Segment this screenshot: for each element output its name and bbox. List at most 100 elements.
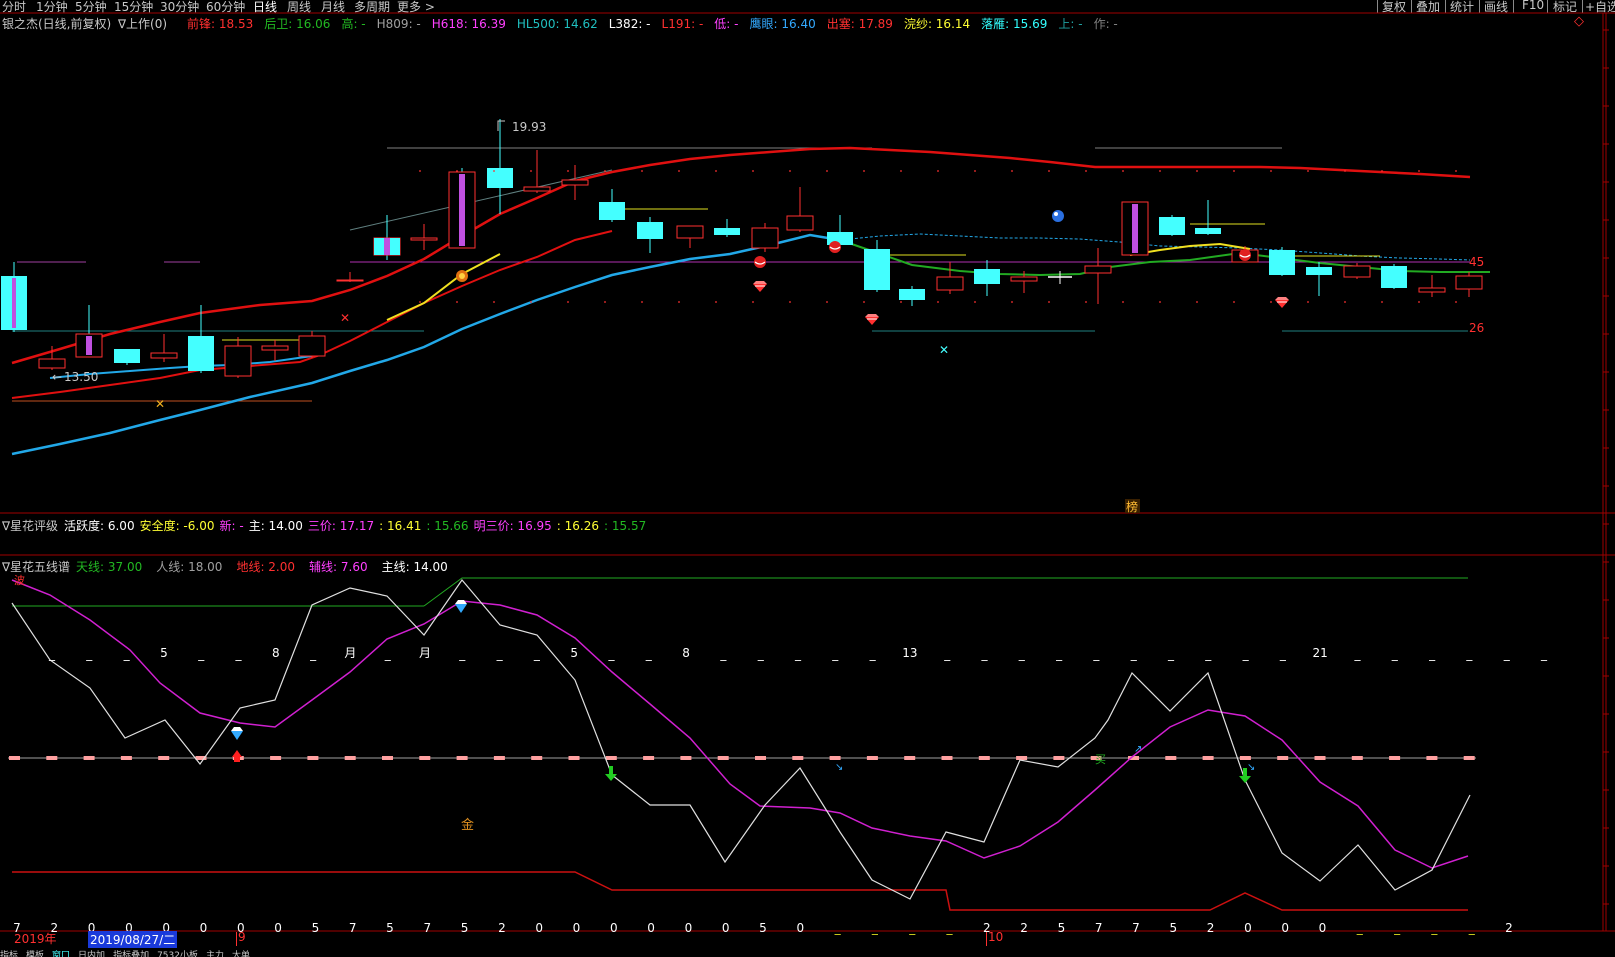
right-label-bottom: 26: [1469, 321, 1484, 335]
cursor-date[interactable]: 2019/08/27/二: [88, 931, 178, 948]
candle-body: [38, 358, 66, 369]
wave-number-label: _: [1092, 647, 1100, 661]
candle-body: [751, 227, 779, 249]
midline-block: [1053, 756, 1065, 760]
candle-body: [188, 336, 214, 371]
status-tab[interactable]: 7532小板: [157, 951, 198, 957]
wave-number-label: _: [85, 647, 93, 661]
wave-number-label: _: [235, 647, 243, 661]
gold-label: 金: [461, 817, 474, 833]
candle-body: [261, 345, 289, 351]
wave-number-label: _: [1428, 647, 1436, 661]
midline-block: [1016, 756, 1028, 760]
gem-icon: [865, 314, 879, 325]
month-label: 10: [988, 930, 1004, 944]
midline-block: [120, 756, 132, 760]
candle-body: [1418, 287, 1446, 293]
candle-body: [487, 168, 513, 188]
status-tab[interactable]: 指标叠加: [113, 951, 149, 957]
status-tab[interactable]: 主力: [206, 951, 224, 957]
kline-chart[interactable]: 19.93 ← 13.50 45 26 榜 ✕ ✕ ✕ _ _ _ 5 _ _ 8 _ 月 _ 月 _…: [0, 0, 1615, 957]
wave-number-label: _: [608, 647, 616, 661]
midline-block: [456, 756, 468, 760]
wave-number-label: _: [1540, 647, 1548, 661]
red-ball-icon: [829, 241, 841, 253]
midline-block: [344, 756, 356, 760]
candle-body: [224, 345, 252, 377]
wave-number-label: _: [719, 647, 727, 661]
candle-body: [410, 237, 438, 241]
midline-block: [382, 756, 393, 760]
arrow-icon: ↘: [1247, 762, 1255, 773]
candle-body: [1455, 275, 1483, 290]
wave-number-label: _: [123, 647, 131, 661]
wave-number-label: _: [1167, 647, 1175, 661]
candle-body: [336, 279, 364, 282]
midline-block: [792, 756, 804, 760]
wave-number-label: _: [48, 647, 56, 661]
midline-block: [568, 756, 580, 760]
candle-body: [899, 289, 925, 300]
midline-block: [755, 756, 766, 760]
candle-body: [676, 225, 704, 239]
midline-block: [83, 756, 95, 760]
wave-number-label: _: [197, 647, 205, 661]
midline-block: [531, 756, 543, 760]
price-low-label: 13.50: [64, 370, 98, 384]
midline-block: [1351, 756, 1363, 760]
wave-number-label: 月: [419, 646, 431, 660]
candle-body: [599, 202, 625, 220]
candle-body: [1306, 267, 1332, 275]
gem-icon: [753, 281, 767, 292]
status-tab[interactable]: 大单: [232, 951, 250, 957]
red-ball-icon: [754, 256, 766, 268]
wave-number-label: _: [1055, 647, 1063, 661]
wave-number-label: _: [458, 647, 466, 661]
status-tab[interactable]: 日内加: [78, 951, 105, 957]
midline-block: [1239, 756, 1251, 760]
wave-number-label: _: [645, 647, 653, 661]
status-tab[interactable]: 指标: [0, 951, 18, 957]
wave-number-label: _: [1503, 647, 1511, 661]
up-arrow-icon: [232, 750, 242, 757]
candle-body: [864, 249, 890, 290]
wave-number-label: _: [943, 647, 951, 661]
right-label-top: 45: [1469, 255, 1484, 269]
midline-block: [307, 756, 319, 760]
wave-number-label: 21: [1313, 646, 1328, 660]
arrow-icon: ↘: [835, 762, 843, 773]
price-high-label: 19.93: [512, 120, 546, 134]
wave-number-label: 5: [160, 646, 168, 660]
candle-body: [637, 222, 663, 239]
down-arrow-icon: [605, 766, 617, 781]
wave-label: 波: [14, 574, 25, 587]
wave-number-label: 13: [902, 646, 917, 660]
wave-number-label: _: [1279, 647, 1287, 661]
candle-body: [974, 269, 1000, 284]
wave-number-label: _: [1465, 647, 1473, 661]
red-ball-icon: [1239, 249, 1251, 261]
wave-number-label: _: [1018, 647, 1026, 661]
wave-number-label: _: [496, 647, 504, 661]
butterfly-icon: ✕: [340, 311, 350, 325]
year-label: 2019年: [14, 932, 57, 946]
wave-number-label: _: [831, 647, 839, 661]
midline-block: [941, 756, 953, 760]
butterfly-icon: ✕: [155, 397, 165, 411]
midline-block: [9, 756, 20, 760]
status-tab[interactable]: 模板: [26, 951, 44, 957]
butterfly-icon: ✕: [939, 343, 949, 357]
buy-label: 买: [1095, 753, 1106, 766]
wave-number-label: 8: [272, 646, 280, 660]
midline-block: [1389, 756, 1401, 760]
wave-number-label: _: [533, 647, 541, 661]
candle-body: [786, 215, 814, 231]
candle-body: [1084, 265, 1112, 274]
wave-number-label: _: [384, 647, 392, 661]
month-label: 9: [238, 930, 246, 944]
status-tab[interactable]: 窗口: [52, 951, 70, 957]
midline-block: [46, 756, 58, 760]
candle-body: [523, 186, 551, 192]
wave-number-label: _: [1391, 647, 1399, 661]
status-bar: 指标 模板 窗口 日内加 指标叠加 7532小板 主力 大单: [0, 948, 1615, 957]
